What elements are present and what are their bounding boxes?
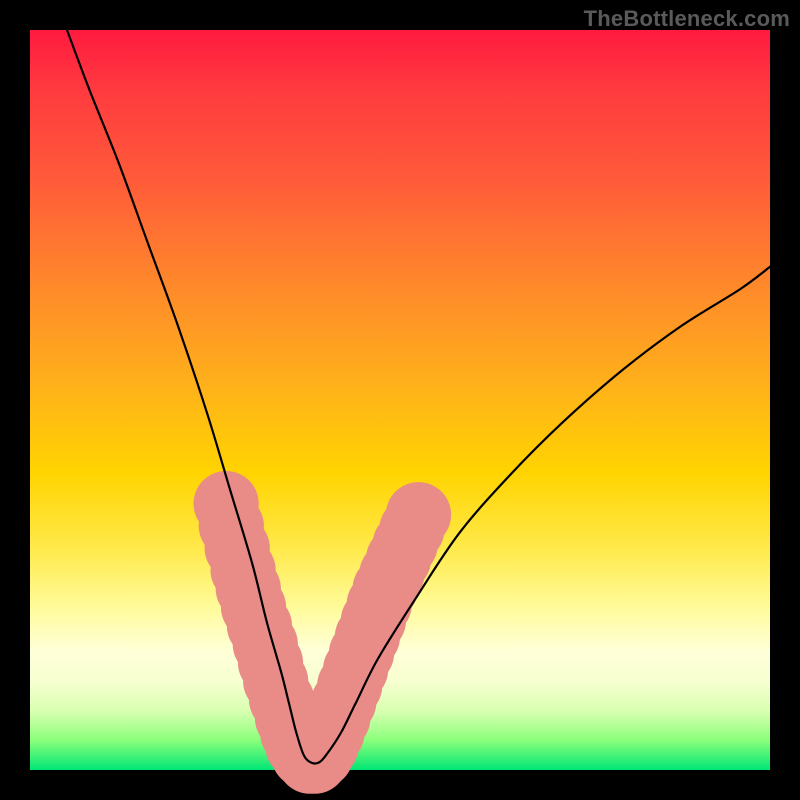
bottleneck-curve bbox=[67, 30, 770, 764]
highlight-dot bbox=[386, 482, 451, 547]
highlight-dots bbox=[194, 471, 452, 794]
chart-frame: TheBottleneck.com bbox=[0, 0, 800, 800]
plot-area bbox=[30, 30, 770, 770]
watermark-text: TheBottleneck.com bbox=[584, 6, 790, 32]
curve-layer bbox=[30, 30, 770, 770]
